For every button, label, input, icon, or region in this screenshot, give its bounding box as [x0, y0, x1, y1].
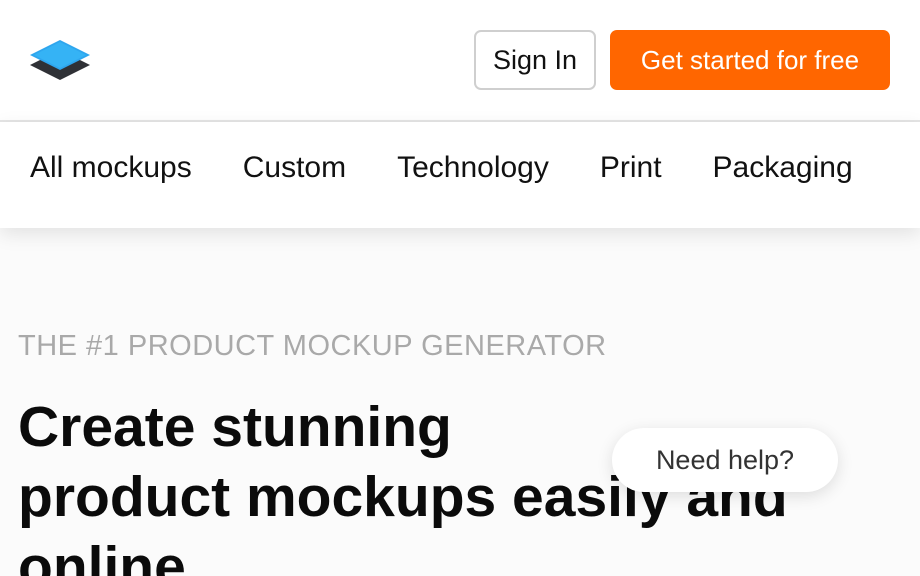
category-custom[interactable]: Custom — [243, 150, 346, 186]
get-started-button[interactable]: Get started for free — [610, 30, 890, 90]
layers-logo-icon[interactable] — [28, 38, 92, 86]
category-all-mockups[interactable]: All mockups — [30, 150, 192, 186]
category-nav: All mockups Custom Technology Print Pack… — [0, 122, 920, 228]
headline-line-1: Create stunning — [18, 395, 452, 459]
category-technology[interactable]: Technology — [397, 150, 549, 186]
sign-in-button[interactable]: Sign In — [474, 30, 596, 90]
need-help-button[interactable]: Need help? — [612, 428, 838, 492]
headline-line-3: online — [18, 535, 186, 576]
top-header: Sign In Get started for free — [0, 0, 920, 122]
category-list: All mockups Custom Technology Print Pack… — [30, 150, 904, 186]
hero-eyebrow: THE #1 PRODUCT MOCKUP GENERATOR — [18, 330, 607, 362]
category-packaging[interactable]: Packaging — [713, 150, 853, 186]
page: Sign In Get started for free All mockups… — [0, 0, 920, 576]
category-print[interactable]: Print — [600, 150, 662, 186]
